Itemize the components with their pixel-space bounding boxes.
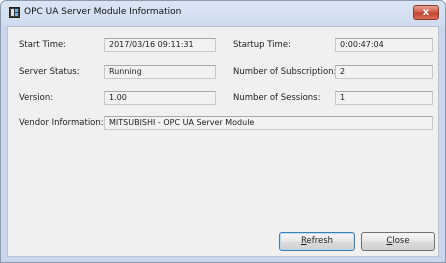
close-button[interactable]: Close: [361, 232, 435, 251]
start-time-label: Start Time:: [19, 40, 67, 50]
app-icon: [9, 7, 20, 18]
startup-time-field: 0:00:47:04: [335, 38, 433, 52]
refresh-label: efresh: [306, 236, 334, 246]
sessions-label: Number of Sessions:: [233, 93, 321, 103]
subscriptions-field: 2: [335, 65, 433, 79]
window-title: OPC UA Server Module Information: [24, 7, 182, 17]
start-time-field: 2017/03/16 09:11:31: [104, 38, 216, 52]
vendor-info-label: Vendor Information:: [19, 118, 104, 128]
startup-time-label: Startup Time:: [233, 40, 291, 50]
refresh-button[interactable]: Refresh: [279, 232, 355, 251]
server-status-label: Server Status:: [19, 67, 80, 77]
subscriptions-label: Number of Subscription:: [233, 67, 337, 77]
title-bar[interactable]: OPC UA Server Module Information x: [1, 1, 445, 25]
server-status-field: Running: [104, 65, 216, 79]
version-field: 1.00: [104, 91, 216, 105]
close-icon: x: [422, 7, 430, 18]
close-label: lose: [392, 236, 410, 246]
sessions-field: 1: [335, 91, 433, 105]
dialog-body: Start Time: 2017/03/16 09:11:31 Startup …: [7, 26, 439, 257]
vendor-info-field: MITSUBISHI - OPC UA Server Module: [104, 116, 433, 130]
version-label: Version:: [19, 93, 54, 103]
dialog-window: OPC UA Server Module Information x Start…: [0, 0, 446, 263]
window-close-button[interactable]: x: [413, 5, 439, 20]
